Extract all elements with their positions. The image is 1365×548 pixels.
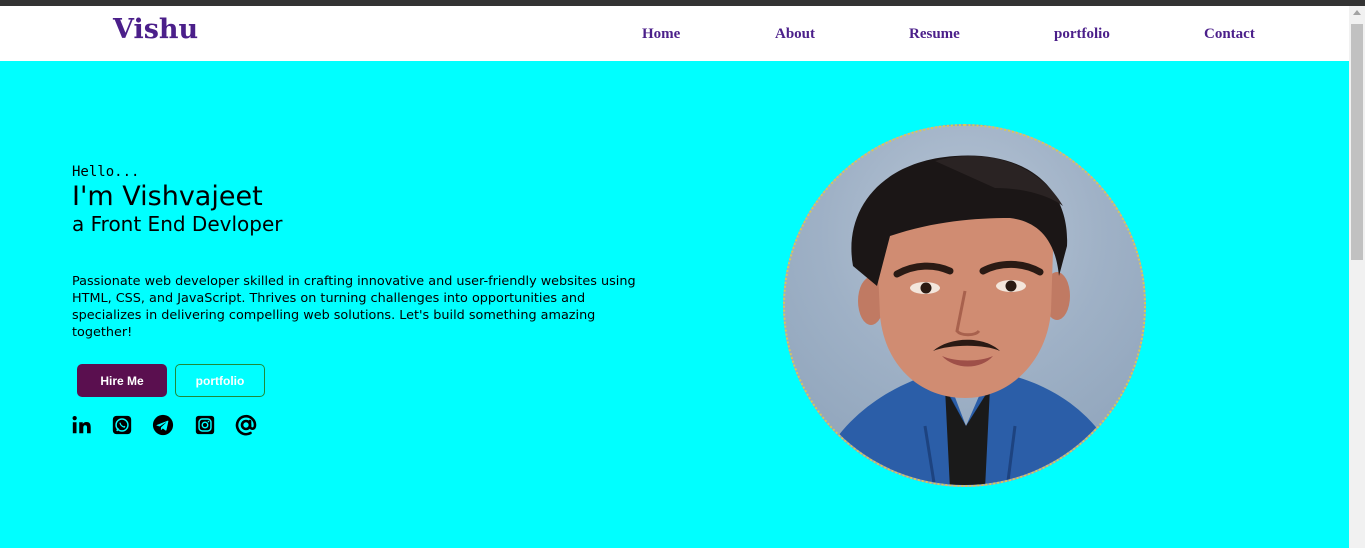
nav-link-portfolio[interactable]: portfolio [1054, 26, 1110, 43]
navbar: Vishu Home About Resume portfolio Contac… [0, 6, 1349, 61]
hero-name-heading: I'm Vishvajeet [72, 181, 263, 212]
brand-logo-text[interactable]: Vishu [113, 14, 198, 45]
nav-link-resume[interactable]: Resume [909, 26, 960, 43]
hero-role-heading: a Front End Devloper [72, 212, 283, 236]
email-at-icon[interactable] [234, 413, 258, 437]
nav-link-contact[interactable]: Contact [1204, 26, 1255, 43]
portfolio-button[interactable]: portfolio [175, 364, 265, 397]
hire-me-button[interactable]: Hire Me [77, 364, 167, 397]
scrollbar-thumb[interactable] [1351, 24, 1363, 260]
whatsapp-icon[interactable] [110, 413, 134, 437]
nav-link-about[interactable]: About [775, 26, 815, 43]
profile-photo-illustration [825, 155, 1115, 485]
hero-greeting: Hello... [72, 164, 140, 180]
telegram-icon[interactable] [151, 413, 175, 437]
hero-bio-paragraph: Passionate web developer skilled in craf… [72, 274, 636, 340]
instagram-icon[interactable] [193, 413, 217, 437]
scroll-up-arrow-icon[interactable] [1353, 10, 1361, 15]
vertical-scrollbar[interactable] [1349, 6, 1365, 548]
nav-link-home[interactable]: Home [642, 26, 680, 43]
profile-photo [783, 124, 1146, 487]
linkedin-icon[interactable] [70, 413, 94, 437]
